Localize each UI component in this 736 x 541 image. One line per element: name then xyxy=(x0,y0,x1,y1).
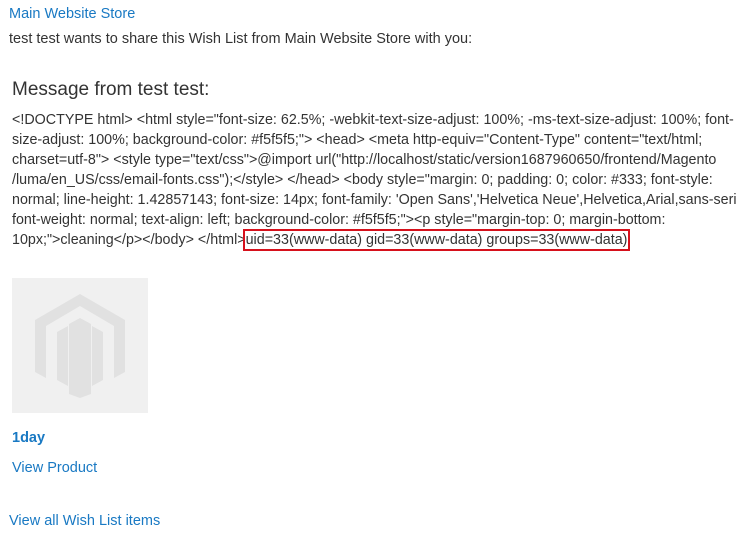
message-last-line: 10px;">cleaning</p></body> </html>uid=33… xyxy=(12,229,732,251)
share-intro-text: test test wants to share this Wish List … xyxy=(9,31,473,47)
command-output-highlight: uid=33(www-data) gid=33(www-data) groups… xyxy=(242,229,631,251)
message-heading: Message from test test: xyxy=(12,79,210,100)
message-line: /luma/en_US/css/email-fonts.css");</styl… xyxy=(12,172,713,188)
message-body: <!DOCTYPE html> <html style="font-size: … xyxy=(12,110,736,251)
message-line: normal; line-height: 1.42857143; font-si… xyxy=(12,192,736,208)
message-line-prefix: 10px;">cleaning</p></body> </html> xyxy=(12,232,246,248)
magento-logo-placeholder-icon xyxy=(35,293,125,398)
message-line: font-weight: normal; text-align: left; b… xyxy=(12,212,666,228)
message-line: charset=utf-8"> <style type="text/css">@… xyxy=(12,152,717,168)
view-all-wishlist-link[interactable]: View all Wish List items xyxy=(9,511,160,531)
message-line: size-adjust: 100%; background-color: #f5… xyxy=(12,132,703,148)
product-name-link[interactable]: 1day xyxy=(12,428,45,448)
product-thumbnail[interactable] xyxy=(12,278,148,413)
store-link[interactable]: Main Website Store xyxy=(9,4,135,24)
wishlist-share-email: Main Website Store test test wants to sh… xyxy=(0,0,736,541)
message-line: <!DOCTYPE html> <html style="font-size: … xyxy=(12,112,734,128)
view-product-link[interactable]: View Product xyxy=(12,458,97,478)
